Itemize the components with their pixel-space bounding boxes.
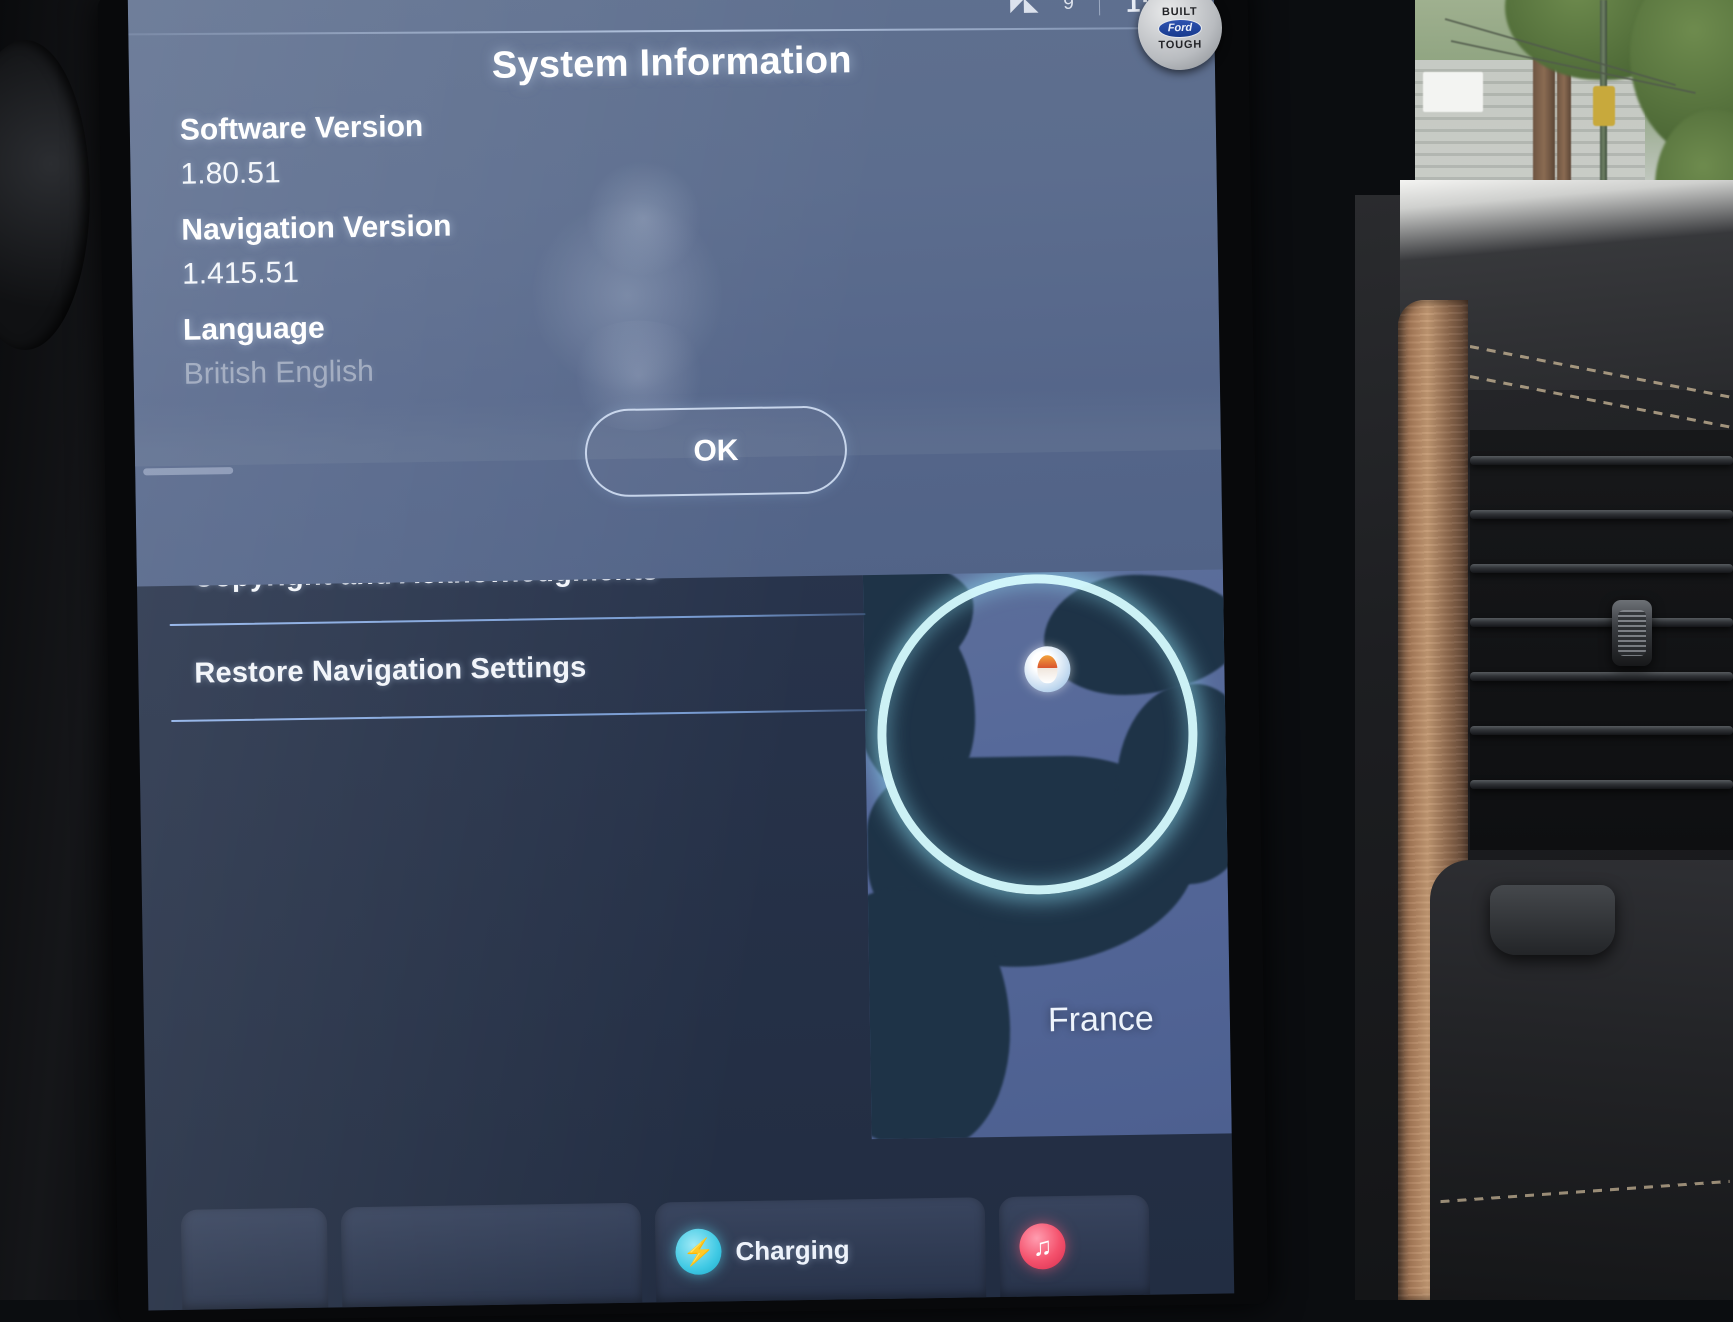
ok-button[interactable]: OK: [584, 405, 848, 498]
navigation-version-label: Navigation Version: [181, 209, 452, 247]
tray-card-media[interactable]: [998, 1194, 1151, 1298]
badge-top-text: BUILT: [1161, 5, 1198, 18]
software-version-value: 1.80.51: [180, 156, 281, 191]
tray-card-charging[interactable]: Charging: [654, 1197, 987, 1303]
vent-fin: [1470, 456, 1733, 465]
vent-control-knob[interactable]: [1612, 600, 1652, 666]
air-vent: [1470, 430, 1733, 850]
music-note-icon: [1019, 1223, 1066, 1270]
vent-fin: [1470, 510, 1733, 519]
vent-fin: [1470, 564, 1733, 573]
tray-card[interactable]: [340, 1202, 643, 1308]
bluetooth-icon: 9: [1063, 0, 1074, 14]
list-item-restore-navigation-settings[interactable]: Restore Navigation Settings: [152, 615, 873, 723]
language-value: British English: [183, 354, 374, 391]
dialog-scroll-indicator[interactable]: [143, 467, 234, 476]
status-divider: [1098, 0, 1101, 16]
language-label: Language: [182, 311, 325, 347]
list-separator: [171, 708, 868, 723]
map-country-label: France: [1047, 999, 1155, 1040]
signal-icon: ◤◣: [1009, 0, 1038, 16]
charging-icon: [675, 1228, 722, 1276]
tray-card[interactable]: [180, 1207, 329, 1310]
vent-fin: [1470, 726, 1733, 735]
infotainment-screen[interactable]: France Copyright and Acknowledgments Res…: [127, 0, 1235, 1311]
dialog-body: Software Version 1.80.51 Navigation Vers…: [180, 104, 784, 391]
badge-bottom-text: TOUGH: [1158, 38, 1203, 51]
vent-fin: [1470, 618, 1733, 627]
map-preview-panel[interactable]: France: [862, 553, 1232, 1140]
bottom-tray: Charging: [147, 1175, 1235, 1310]
software-version-label: Software Version: [179, 109, 424, 147]
vent-fin: [1470, 672, 1733, 681]
list-item-label: Restore Navigation Settings: [194, 650, 587, 690]
charging-label: Charging: [735, 1233, 850, 1266]
traffic-signal-icon: [1593, 86, 1615, 126]
system-information-dialog[interactable]: System Information Software Version 1.80…: [127, 0, 1223, 587]
dialog-title: System Information: [491, 39, 853, 87]
street-sign: [1423, 72, 1483, 112]
navigation-version-value: 1.415.51: [181, 255, 300, 291]
steering-wheel-edge: [0, 40, 90, 350]
ford-logo-icon: Ford: [1157, 18, 1203, 38]
vent-fin: [1470, 780, 1733, 789]
dashboard-grab-handle[interactable]: [1490, 885, 1615, 955]
